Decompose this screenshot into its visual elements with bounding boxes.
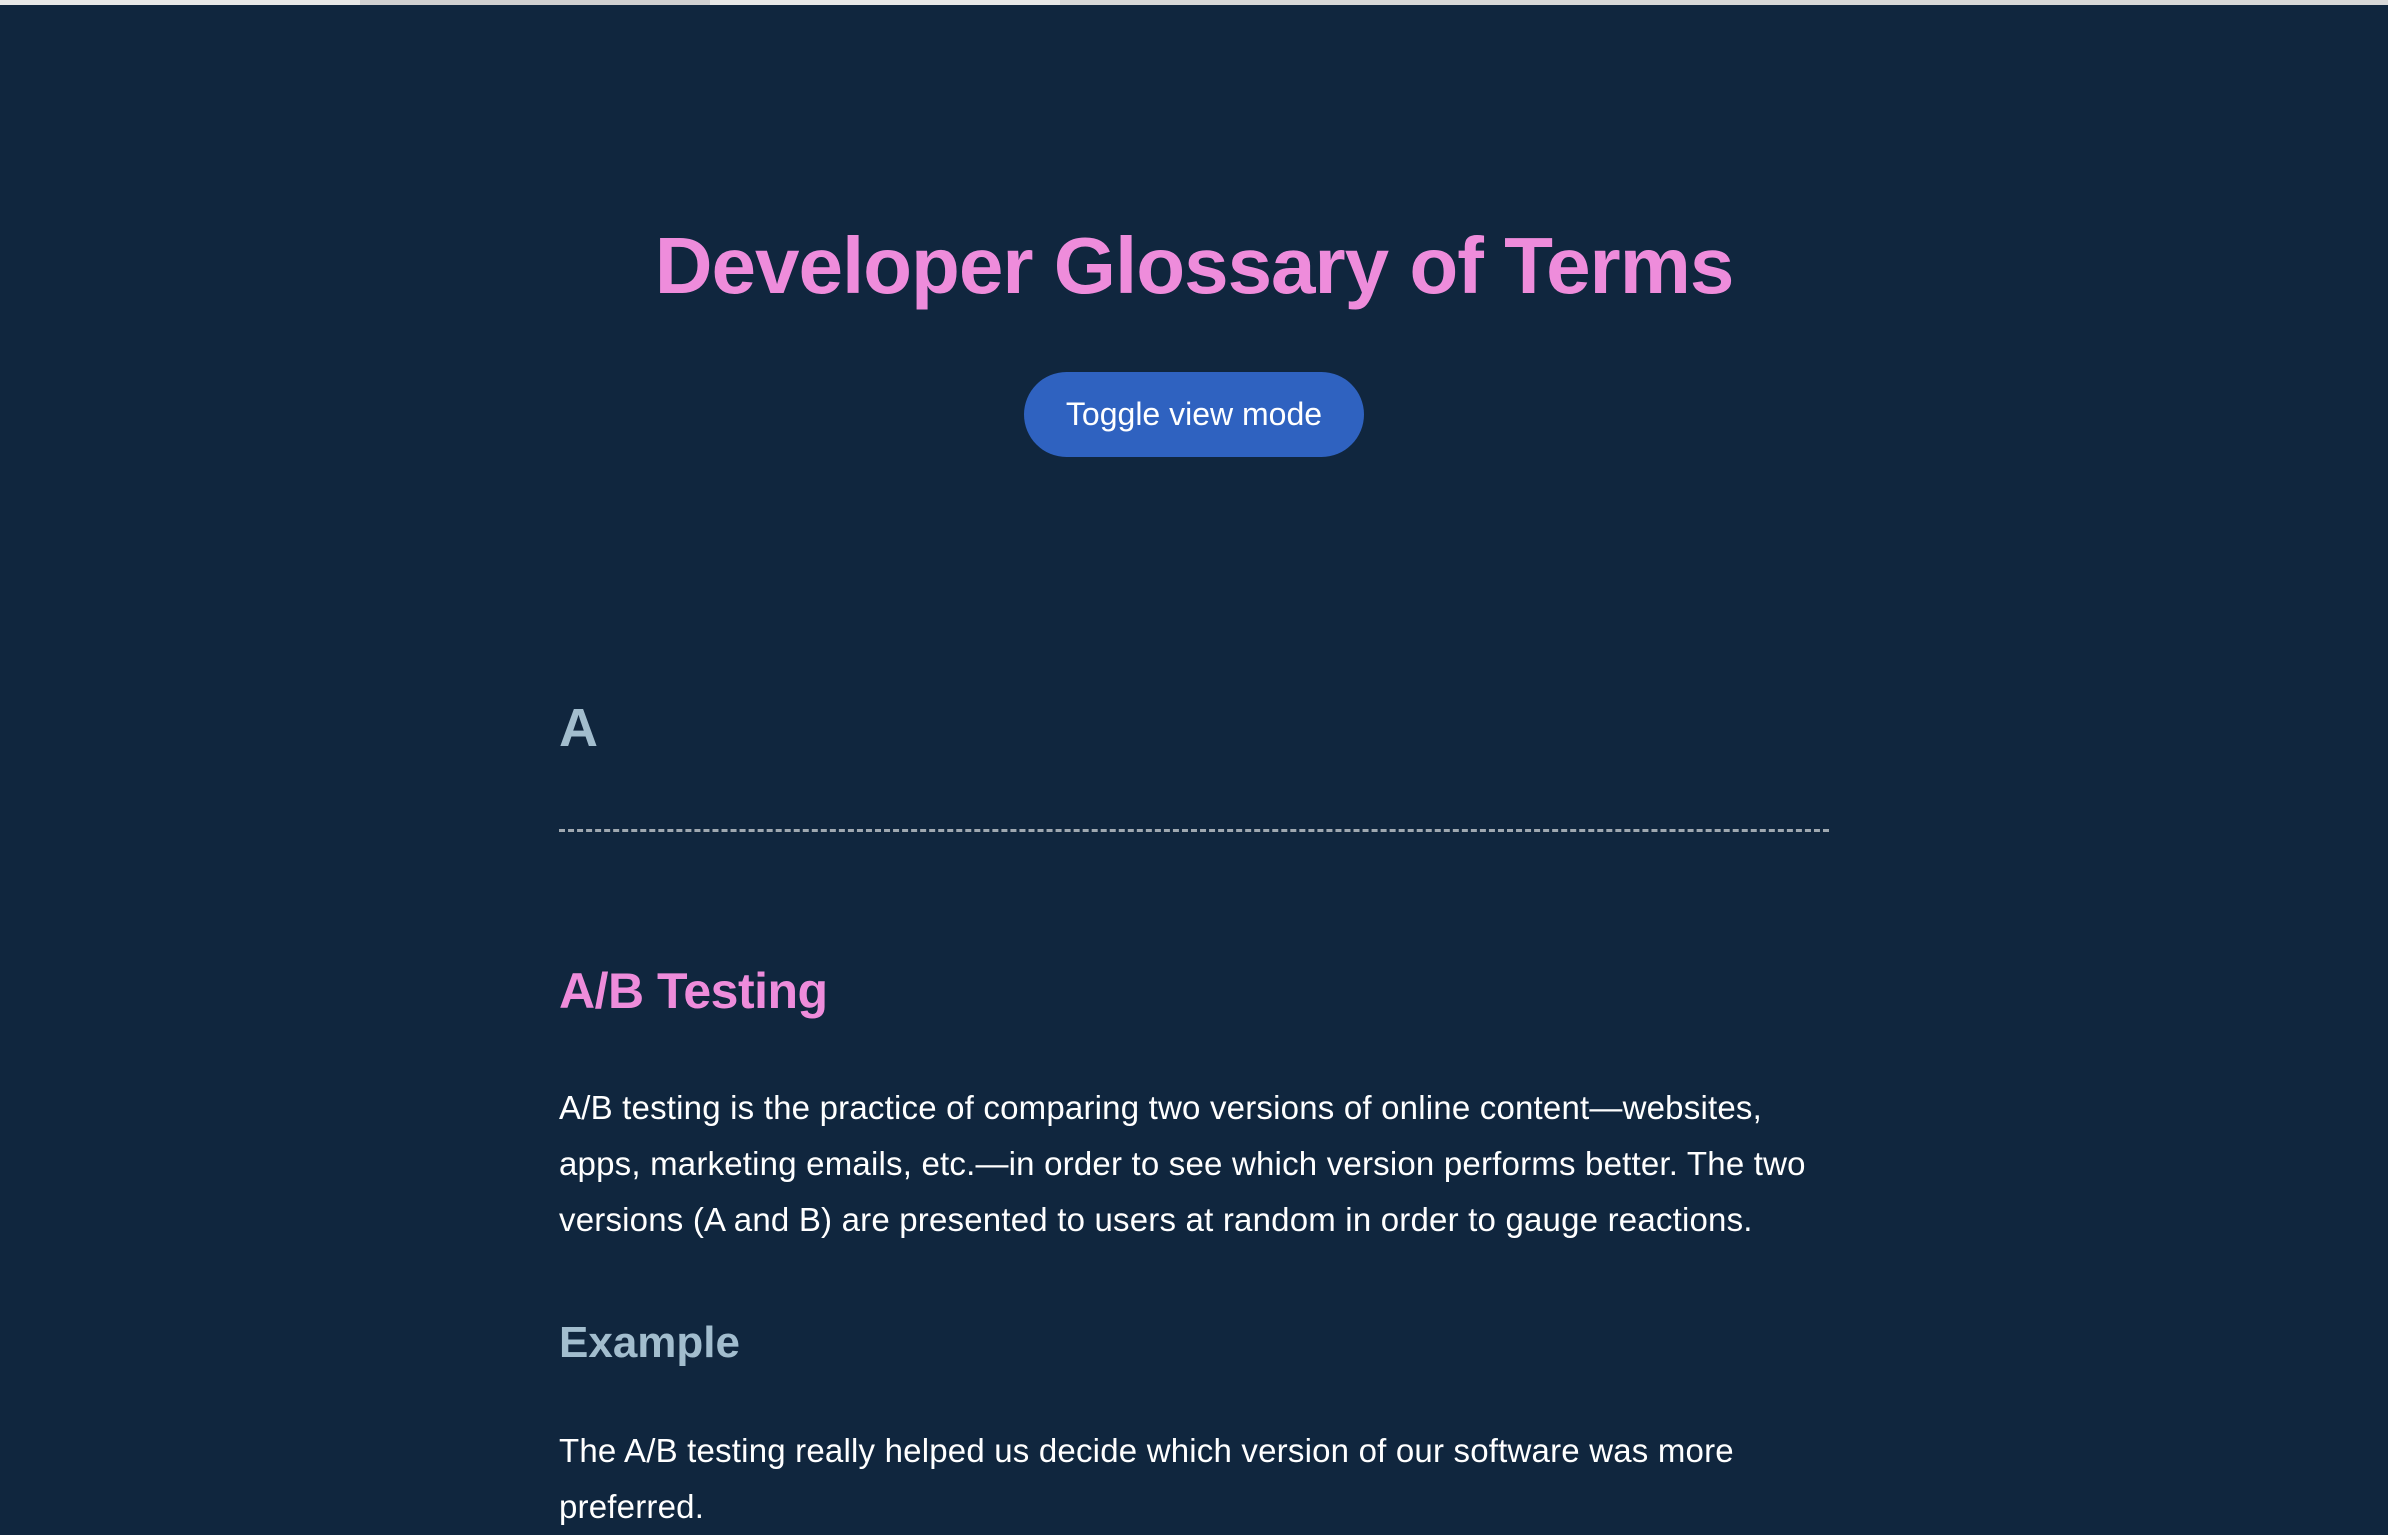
example-text: The A/B testing really helped us decide … [559, 1423, 1829, 1535]
header-section: Developer Glossary of Terms Toggle view … [444, 5, 1944, 697]
content-section: A A/B Testing A/B testing is the practic… [444, 697, 1944, 1535]
main-container: Developer Glossary of Terms Toggle view … [344, 5, 2044, 1535]
example-heading: Example [559, 1318, 1829, 1368]
term-entry: A/B Testing A/B testing is the practice … [559, 962, 1829, 1535]
term-title: A/B Testing [559, 962, 1829, 1020]
toggle-view-mode-button[interactable]: Toggle view mode [1024, 372, 1364, 457]
term-description: A/B testing is the practice of comparing… [559, 1080, 1829, 1248]
page-title: Developer Glossary of Terms [444, 220, 1944, 312]
section-letter-heading: A [559, 697, 1829, 759]
window-top-bar [0, 0, 2388, 5]
section-divider [559, 829, 1829, 832]
